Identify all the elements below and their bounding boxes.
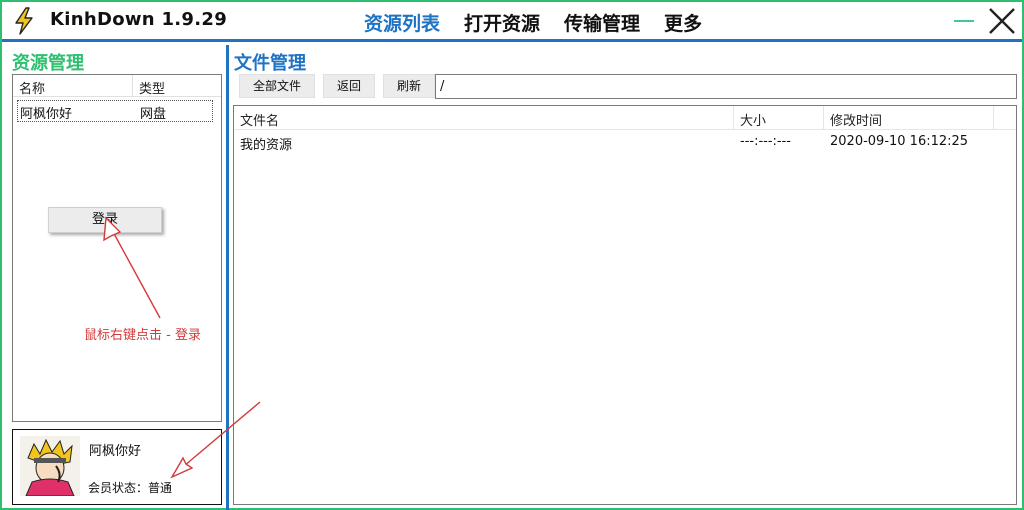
member-status: 会员状态：普通 [88,479,172,496]
nav-transfer-manager[interactable]: 传输管理 [564,9,640,36]
file-panel-title: 文件管理 [234,53,306,74]
minimize-icon[interactable] [954,20,974,22]
column-header-modified[interactable]: 修改时间 [824,106,994,129]
close-icon[interactable] [986,6,1018,36]
file-modified: 2020-09-10 16:12:25 [830,134,969,149]
column-header-type[interactable]: 类型 [133,75,165,97]
refresh-button[interactable]: 刷新 [383,74,436,98]
file-row[interactable]: 我的资源 ---:---:--- 2020-09-10 16:12:25 [234,130,1016,154]
nav-more[interactable]: 更多 [664,9,702,36]
user-avatar-icon [20,436,80,496]
resource-row[interactable]: 阿枫你好 网盘 [17,100,213,122]
user-card: 阿枫你好 会员状态：普通 [12,429,222,505]
app-title: KinhDown 1.9.29 [50,9,228,30]
user-name: 阿枫你好 [89,444,142,459]
login-button[interactable]: 登录 [48,207,162,233]
resource-panel-title: 资源管理 [12,53,84,74]
resource-table-header: 名称 类型 [13,75,221,97]
app-window: KinhDown 1.9.29 资源列表 打开资源 传输管理 更多 资源管理 名… [0,0,1024,510]
nav-open-resource[interactable]: 打开资源 [464,9,540,36]
back-button[interactable]: 返回 [323,74,376,98]
resource-table: 名称 类型 阿枫你好 网盘 登录 [12,74,222,422]
file-toolbar: 全部文件 返回 刷新 [239,74,443,99]
member-status-value: 普通 [148,481,173,495]
file-table: 文件名 大小 修改时间 我的资源 ---:---:--- 2020-09-10 … [233,105,1017,505]
file-size: ---:---:--- [740,134,791,149]
column-header-size[interactable]: 大小 [734,106,824,129]
resource-name: 阿枫你好 [20,107,73,122]
file-table-header: 文件名 大小 修改时间 [234,106,1016,130]
top-nav: 资源列表 打开资源 传输管理 更多 [364,9,726,36]
title-bar: KinhDown 1.9.29 资源列表 打开资源 传输管理 更多 [2,2,1022,42]
member-status-label: 会员状态： [88,481,149,495]
annotation-text: 鼠标右键点击 - 登录 [84,328,201,343]
nav-resource-list[interactable]: 资源列表 [364,9,440,36]
path-input[interactable] [435,74,1017,99]
resource-type: 网盘 [140,107,167,122]
lightning-bolt-icon [15,7,33,35]
file-panel: 文件管理 全部文件 返回 刷新 文件名 大小 修改时间 我的资源 ---:---… [229,45,1022,510]
column-header-name[interactable]: 名称 [13,75,133,97]
all-files-button[interactable]: 全部文件 [239,74,316,98]
resource-panel: 资源管理 名称 类型 阿枫你好 网盘 登录 阿枫你好 会员状态：普通 [4,45,226,510]
file-name: 我的资源 [240,138,293,153]
column-header-filename[interactable]: 文件名 [234,106,734,129]
